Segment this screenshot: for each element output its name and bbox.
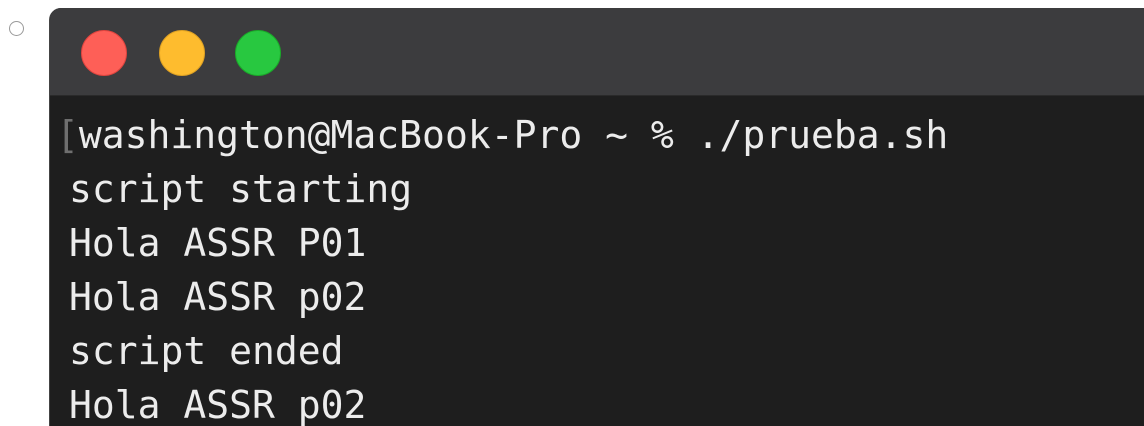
output-line: script ended bbox=[69, 329, 344, 373]
output-line: Hola ASSR p02 bbox=[69, 383, 367, 426]
terminal-output-area[interactable]: [washington@MacBook-Pro ~ % ./prueba.sh … bbox=[50, 96, 1144, 426]
title-bar[interactable] bbox=[50, 8, 1144, 96]
minimize-button[interactable] bbox=[159, 30, 205, 76]
prompt-bracket: [ bbox=[56, 113, 79, 157]
terminal-window: [washington@MacBook-Pro ~ % ./prueba.sh … bbox=[49, 8, 1144, 426]
command-prompt-line: [washington@MacBook-Pro ~ % ./prueba.sh bbox=[50, 108, 1144, 162]
output-line: script starting bbox=[69, 167, 413, 211]
zoom-button[interactable] bbox=[235, 30, 281, 76]
radio-button[interactable] bbox=[9, 21, 24, 36]
output-line: Hola ASSR p02 bbox=[69, 275, 367, 319]
output-line: Hola ASSR P01 bbox=[69, 221, 367, 265]
close-button[interactable] bbox=[81, 30, 127, 76]
command-prompt: washington@MacBook-Pro ~ % ./prueba.sh bbox=[78, 113, 949, 157]
